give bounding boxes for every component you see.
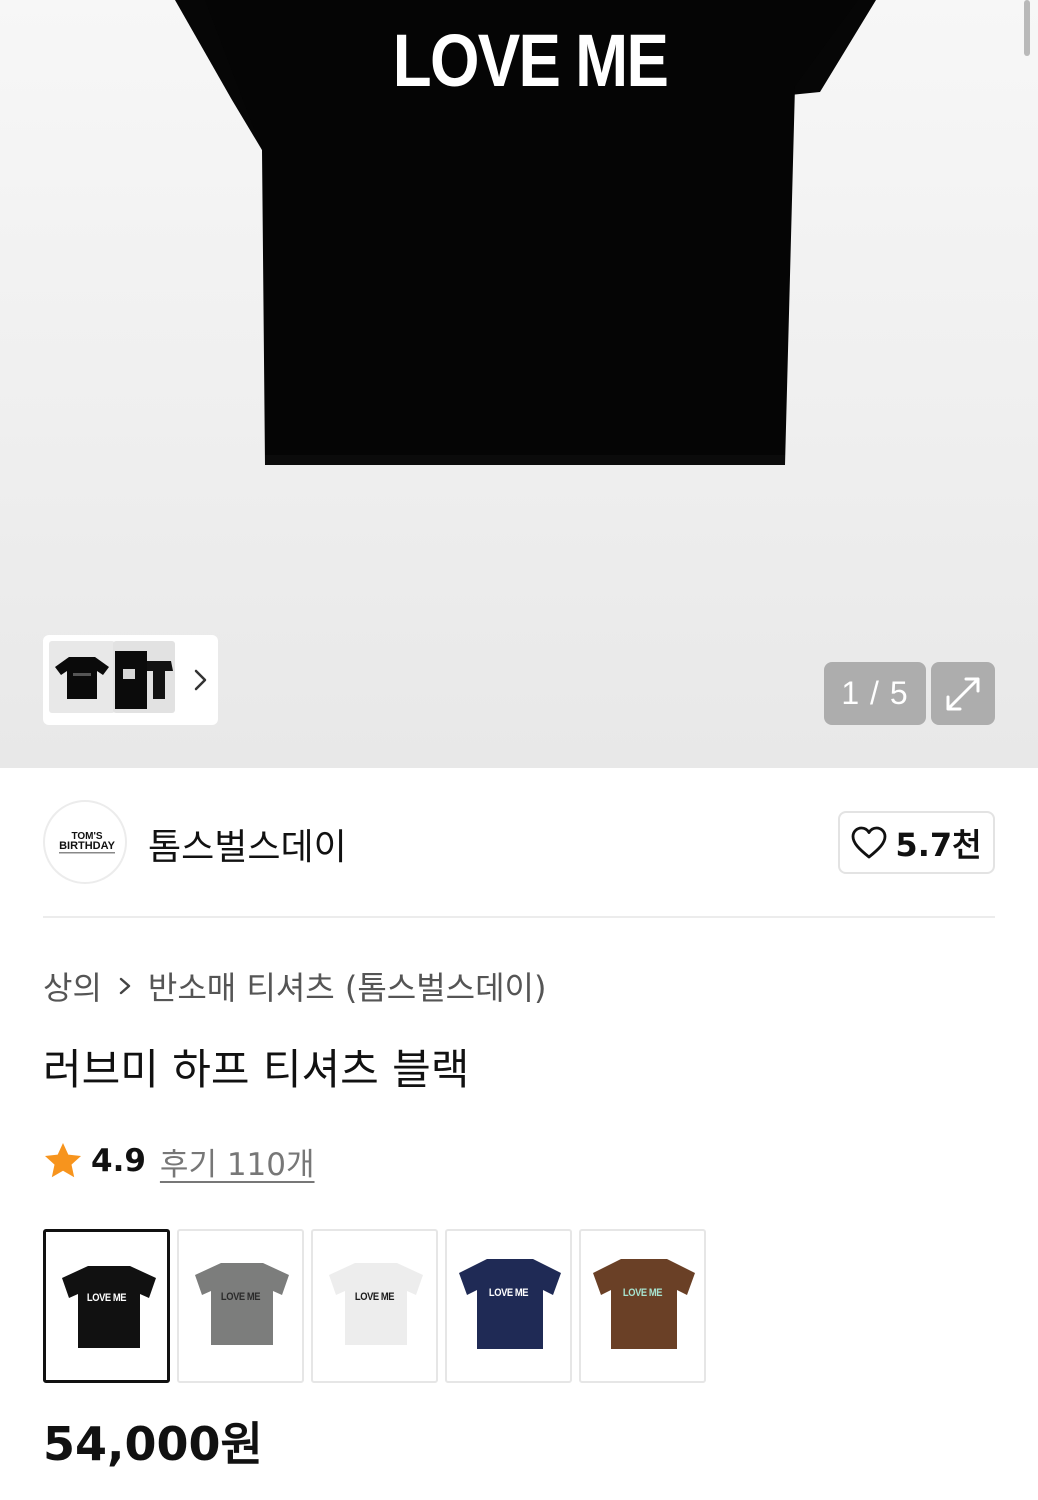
brand-logo-main-text: BIRTHDAY xyxy=(59,840,115,852)
product-title: 러브미 하프 티셔츠 블랙 xyxy=(43,1045,470,1094)
color-swatch-brown[interactable]: LOVE ME xyxy=(579,1229,706,1383)
swatch-shirt xyxy=(593,1259,695,1349)
rating-value: 4.9 xyxy=(91,1143,146,1179)
star-icon xyxy=(45,1143,81,1178)
color-swatch-navy[interactable]: LOVE ME xyxy=(445,1229,572,1383)
heart-icon xyxy=(852,826,887,858)
thumbnail-strip[interactable] xyxy=(43,635,218,725)
chevron-right-icon xyxy=(119,977,131,995)
rating-row: 4.9 후기 110개 xyxy=(43,1138,315,1184)
swatch-shirt xyxy=(329,1263,423,1345)
review-link[interactable]: 후기 110개 xyxy=(160,1139,315,1184)
thumbnail-black-tee[interactable] xyxy=(49,641,115,713)
product-image-gallery[interactable]: LOVE ME 1 / 5 xyxy=(0,0,1038,768)
swatch-print-text: LOVE ME xyxy=(220,1291,261,1303)
thumbnail-black-tee-alt[interactable] xyxy=(113,641,175,713)
divider xyxy=(43,916,995,918)
swatch-print-text: LOVE ME xyxy=(354,1291,395,1303)
color-swatch-list: LOVE ME LOVE ME LOVE ME LOVE ME LOVE ME xyxy=(43,1229,706,1383)
expand-icon xyxy=(946,677,980,710)
brand-name[interactable]: 톰스벌스데이 xyxy=(148,818,347,870)
swatch-shirt xyxy=(195,1263,289,1345)
like-count: 5.7천 xyxy=(895,825,982,864)
expand-button[interactable] xyxy=(931,662,995,725)
swatch-shirt xyxy=(459,1259,561,1349)
color-swatch-gray[interactable]: LOVE ME xyxy=(177,1229,304,1383)
scrollbar[interactable] xyxy=(1024,0,1030,56)
brand-logo[interactable]: TOM'S BIRTHDAY xyxy=(43,800,127,884)
like-button[interactable]: 5.7천 xyxy=(838,811,995,874)
color-swatch-black[interactable]: LOVE ME xyxy=(43,1229,170,1383)
breadcrumb-item-sub-category[interactable]: 반소매 티셔츠 (톰스벌스데이) xyxy=(148,963,547,1009)
color-swatch-white[interactable]: LOVE ME xyxy=(311,1229,438,1383)
swatch-print-text: LOVE ME xyxy=(488,1287,529,1299)
product-price: 54,000원 xyxy=(43,1417,263,1471)
chevron-right-icon[interactable] xyxy=(188,665,212,695)
swatch-shirt xyxy=(62,1266,156,1348)
breadcrumb-item-top-category[interactable]: 상의 xyxy=(43,963,102,1009)
shirt-print-text: LOVE ME xyxy=(392,19,669,102)
breadcrumb: 상의 반소매 티셔츠 (톰스벌스데이) xyxy=(43,964,546,1008)
swatch-print-text: LOVE ME xyxy=(622,1287,663,1299)
swatch-print-text: LOVE ME xyxy=(86,1292,127,1304)
image-page-counter: 1 / 5 xyxy=(824,662,926,725)
brand-row: TOM'S BIRTHDAY 톰스벌스데이 5.7천 xyxy=(43,800,995,886)
